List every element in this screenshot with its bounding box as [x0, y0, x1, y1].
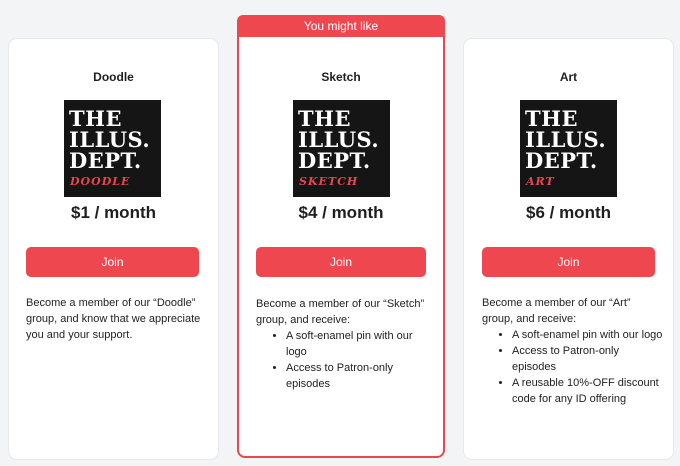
tier-price: $1 / month [70, 203, 156, 222]
tier-description-text: Become a member of our “Art” group, and … [482, 297, 631, 325]
cover-tier-label: DOODLE [70, 175, 131, 188]
cover-line: DEPT. [298, 148, 371, 173]
cover-line: THE [298, 106, 351, 131]
tier-price: $4 / month [298, 203, 384, 222]
perk-item: A soft-enamel pin with our logo [286, 328, 436, 360]
tier-description: Become a member of our “Art” group, and … [482, 295, 664, 407]
perk-list: A soft-enamel pin with our logo Access t… [256, 328, 436, 392]
tier-cover-image: THE ILLUS. DEPT. DOODLE [64, 100, 161, 197]
perk-item: Access to Patron-only episodes [512, 343, 664, 375]
tier-description-text: Become a member of our “Sketch” group, a… [256, 298, 425, 326]
tier-card-doodle: Doodle THE ILLUS. DEPT. DOODLE $1 / mont… [9, 39, 218, 459]
join-button[interactable]: Join [26, 247, 199, 277]
join-button[interactable]: Join [256, 247, 426, 277]
tier-name: Doodle [93, 70, 134, 84]
tier-name: Sketch [321, 70, 361, 84]
tier-description-text: Become a member of our “Doodle” group, a… [26, 297, 201, 341]
perk-item: A soft-enamel pin with our logo [512, 327, 664, 343]
tier-cover-image: THE ILLUS. DEPT. ART [520, 100, 617, 197]
tier-card-sketch: You might like Sketch THE ILLUS. DEPT. S… [237, 15, 445, 458]
tier-card-art: Art THE ILLUS. DEPT. ART $6 / month Join… [464, 39, 673, 459]
cover-tier-label: ART [526, 175, 555, 188]
cover-tier-label: SKETCH [299, 175, 359, 188]
tier-description: Become a member of our “Doodle” group, a… [26, 295, 208, 343]
recommended-badge: You might like [237, 15, 445, 37]
cover-line: ILLUS. [69, 127, 151, 152]
tier-name: Art [559, 70, 578, 84]
join-button[interactable]: Join [482, 247, 655, 277]
tier-description: Become a member of our “Sketch” group, a… [256, 296, 436, 392]
cover-line: THE [69, 106, 122, 131]
cover-line: ILLUS. [298, 127, 380, 152]
tier-cover-image: THE ILLUS. DEPT. SKETCH [293, 100, 390, 197]
tier-price: $6 / month [525, 203, 611, 222]
cover-line: DEPT. [69, 148, 142, 173]
cover-line: ILLUS. [525, 127, 607, 152]
perk-item: Access to Patron-only episodes [286, 360, 436, 392]
perk-item: A reusable 10%-OFF discount code for any… [512, 375, 664, 407]
cover-line: DEPT. [525, 148, 598, 173]
cover-line: THE [525, 106, 578, 131]
perk-list: A soft-enamel pin with our logo Access t… [482, 327, 664, 407]
